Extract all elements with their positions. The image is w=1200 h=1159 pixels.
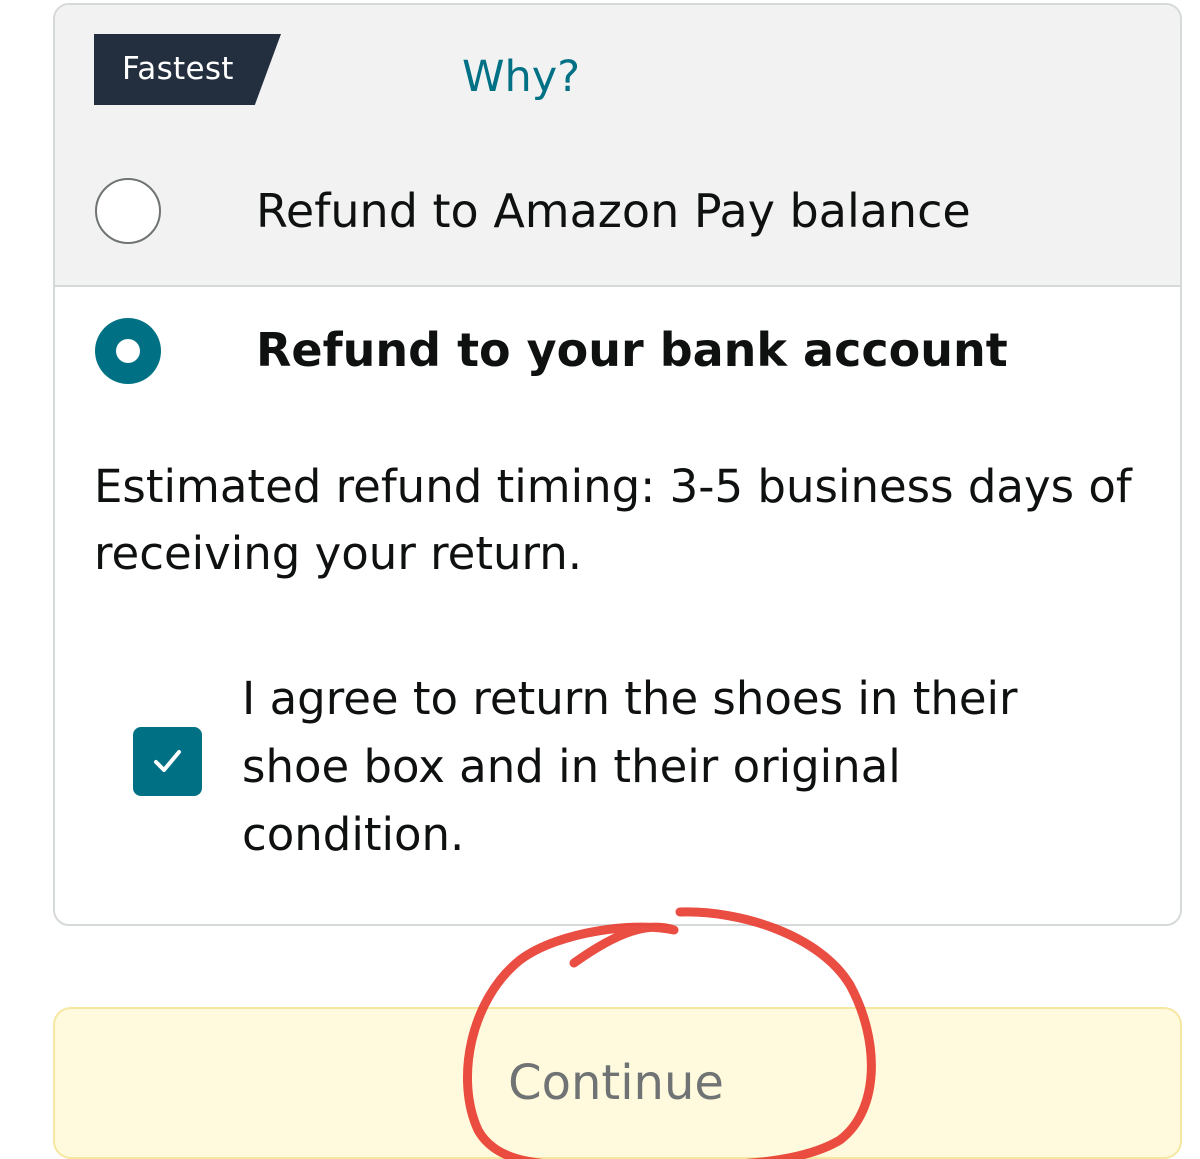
amazon-pay-option[interactable]: Fastest Why? Refund to Amazon Pay balanc… xyxy=(55,5,1180,287)
continue-button[interactable]: Continue xyxy=(53,1007,1182,1159)
amazon-pay-option-label: Refund to Amazon Pay balance xyxy=(256,184,971,238)
fastest-badge: Fastest xyxy=(94,34,281,105)
amazon-pay-radio[interactable] xyxy=(95,178,161,244)
agreement-text: I agree to return the shoes in their sho… xyxy=(242,672,1018,861)
bank-account-radio[interactable] xyxy=(95,318,161,384)
refund-timing-text: Estimated refund timing: 3-5 business da… xyxy=(94,460,1132,580)
check-icon xyxy=(154,750,181,772)
refund-method-page: Fastest Why? Refund to Amazon Pay balanc… xyxy=(0,0,1200,1159)
fastest-badge-label: Fastest xyxy=(122,51,234,87)
continue-button-label: Continue xyxy=(508,1055,724,1111)
refund-options-card: Fastest Why? Refund to Amazon Pay balanc… xyxy=(53,3,1182,926)
agree-checkbox[interactable] xyxy=(133,727,202,796)
bank-account-option-label: Refund to your bank account xyxy=(256,323,1008,377)
radio-selected-dot xyxy=(116,339,140,363)
why-link[interactable]: Why? xyxy=(462,51,580,103)
